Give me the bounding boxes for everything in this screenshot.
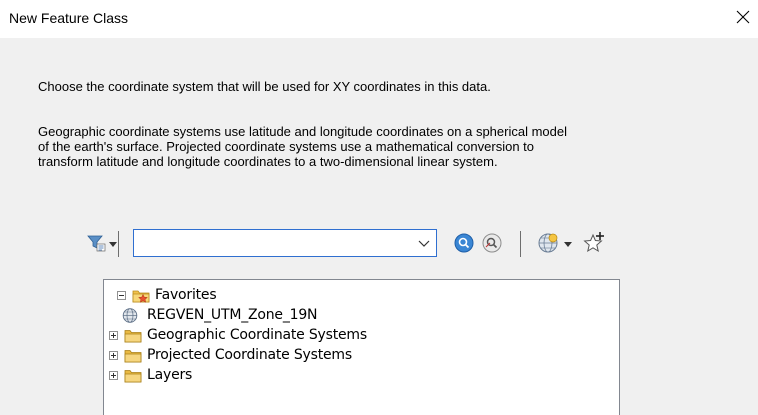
- add-favorite-icon: [583, 232, 604, 253]
- filter-icon: [87, 235, 106, 252]
- filter-button[interactable]: [86, 231, 120, 255]
- close-button[interactable]: [728, 2, 758, 32]
- description-text: Geographic coordinate systems use latitu…: [38, 124, 567, 169]
- tree-item-geographic-coordinate-systems[interactable]: Geographic Coordinate Systems: [109, 325, 367, 345]
- chevron-down-icon[interactable]: [418, 237, 430, 249]
- add-coordinate-system-button[interactable]: [537, 231, 573, 255]
- add-to-favorites-button[interactable]: [583, 230, 607, 254]
- search-input[interactable]: [134, 230, 410, 256]
- tree-item-label: Favorites: [155, 287, 217, 303]
- clear-search-icon: [482, 233, 502, 253]
- filter-dropdown-arrow-icon: [109, 242, 117, 247]
- folder-icon: [124, 369, 142, 382]
- favorites-folder-icon: [132, 290, 150, 303]
- coordinate-system-tree[interactable]: Favorites REGVEN_UTM_Zone_19N Geographic…: [103, 279, 620, 415]
- clear-search-button[interactable]: [481, 232, 503, 254]
- folder-icon: [124, 349, 142, 362]
- globe-dropdown-arrow-icon: [564, 242, 572, 247]
- expand-icon[interactable]: [109, 370, 118, 380]
- window-title: New Feature Class: [9, 10, 129, 26]
- tree-item-layers[interactable]: Layers: [109, 365, 192, 385]
- toolbar-separator: [520, 231, 521, 257]
- title-bar: New Feature Class: [0, 0, 758, 38]
- tree-item-regven-utm-zone-19n[interactable]: REGVEN_UTM_Zone_19N: [121, 305, 318, 325]
- expand-icon[interactable]: [109, 330, 118, 340]
- tree-item-label: REGVEN_UTM_Zone_19N: [147, 307, 318, 323]
- tree-item-label: Geographic Coordinate Systems: [147, 327, 367, 343]
- folder-icon: [124, 329, 142, 342]
- search-button[interactable]: [453, 232, 475, 254]
- tree-item-label: Layers: [147, 367, 193, 383]
- close-icon: [736, 10, 750, 24]
- collapse-icon[interactable]: [117, 290, 126, 300]
- expand-icon[interactable]: [109, 350, 118, 360]
- dialog-content: Choose the coordinate system that will b…: [0, 38, 758, 415]
- globe-icon: [122, 308, 138, 323]
- tree-item-favorites[interactable]: Favorites: [117, 285, 217, 305]
- toolbar-separator: [118, 231, 119, 257]
- search-combo[interactable]: [133, 229, 437, 257]
- tree-item-label: Projected Coordinate Systems: [147, 347, 352, 363]
- search-icon: [454, 233, 474, 253]
- globe-icon: [538, 233, 558, 253]
- instruction-text: Choose the coordinate system that will b…: [38, 79, 491, 94]
- tree-item-projected-coordinate-systems[interactable]: Projected Coordinate Systems: [109, 345, 352, 365]
